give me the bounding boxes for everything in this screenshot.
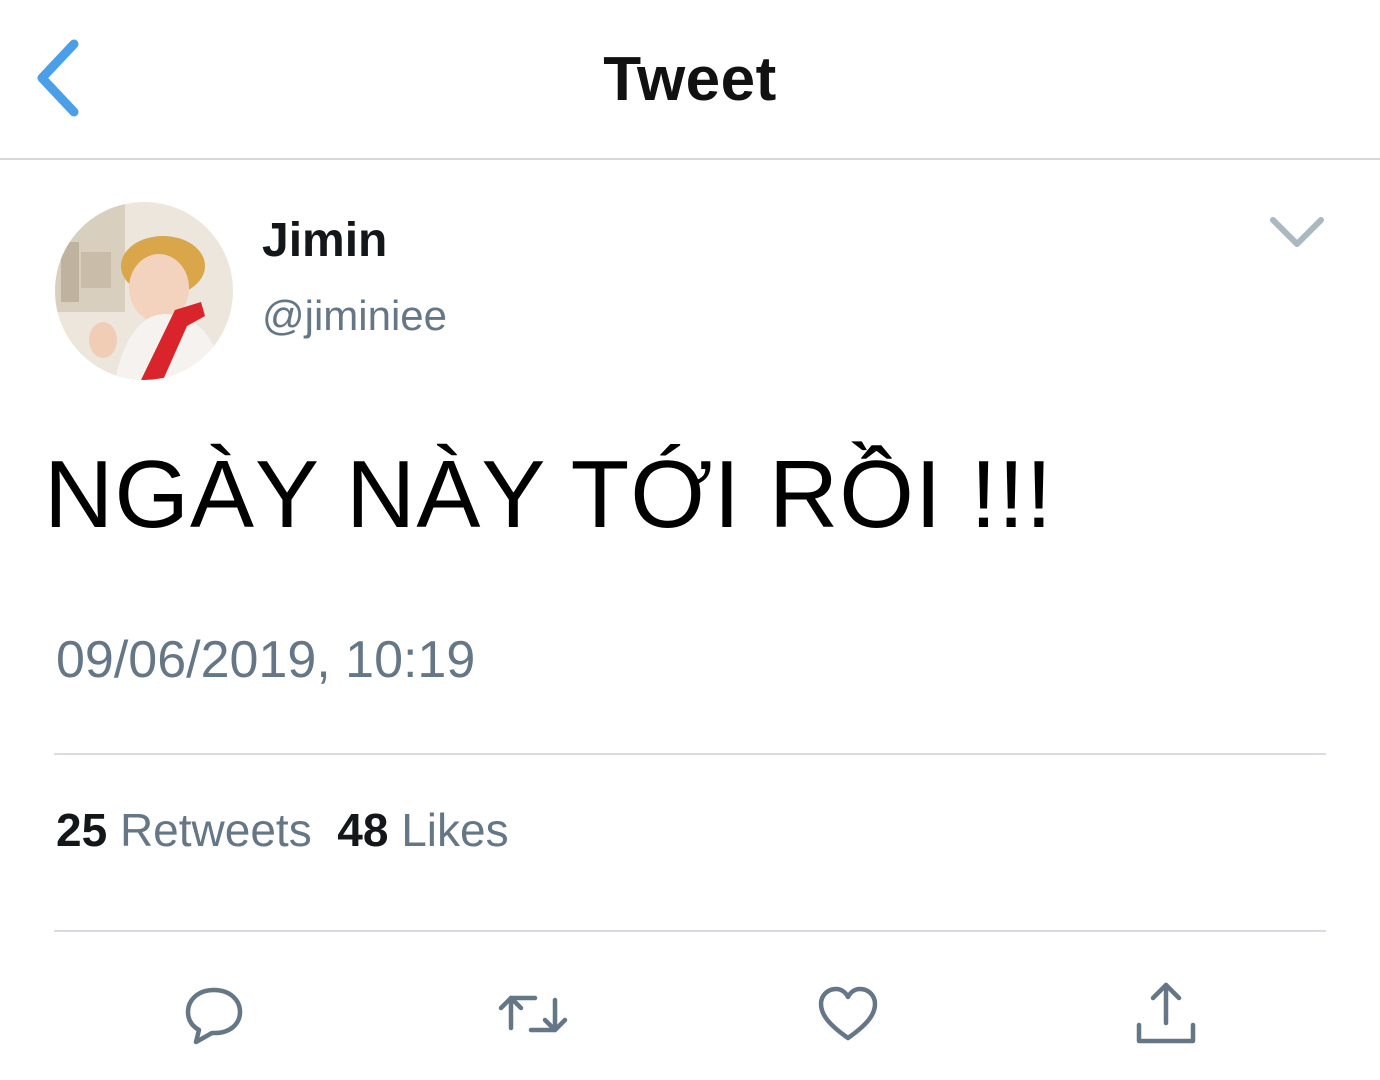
top-bar: Tweet [0,0,1380,160]
reply-icon [185,987,243,1045]
avatar[interactable] [55,202,233,380]
tweet-timestamp: 09/06/2019, 10:19 [56,631,476,689]
chevron-down-icon [1270,217,1324,247]
reply-button[interactable] [174,978,254,1050]
retweets-count: 25 [56,804,108,856]
divider [54,753,1326,755]
retweets-stat[interactable]: 25 Retweets [56,804,312,856]
retweets-label: Retweets [119,804,312,856]
likes-stat[interactable]: 48 Likes [337,804,508,856]
likes-label: Likes [401,804,509,856]
like-button[interactable] [808,978,888,1050]
tweet-stats: 25 Retweets 48 Likes [56,803,509,857]
more-options-button[interactable] [1262,204,1332,260]
heart-icon [818,986,878,1041]
author-handle[interactable]: @jiminiee [262,292,447,340]
divider [54,930,1326,932]
share-button[interactable] [1126,978,1206,1050]
retweet-icon [498,995,568,1033]
page-title: Tweet [603,45,777,114]
retweet-button[interactable] [493,978,573,1050]
author-name[interactable]: Jimin [262,213,387,268]
avatar-photo [55,202,233,380]
share-icon [1136,982,1196,1044]
tweet-text: NGÀY NÀY TỚI RỒI !!! [44,441,1054,548]
likes-count: 48 [337,804,389,856]
